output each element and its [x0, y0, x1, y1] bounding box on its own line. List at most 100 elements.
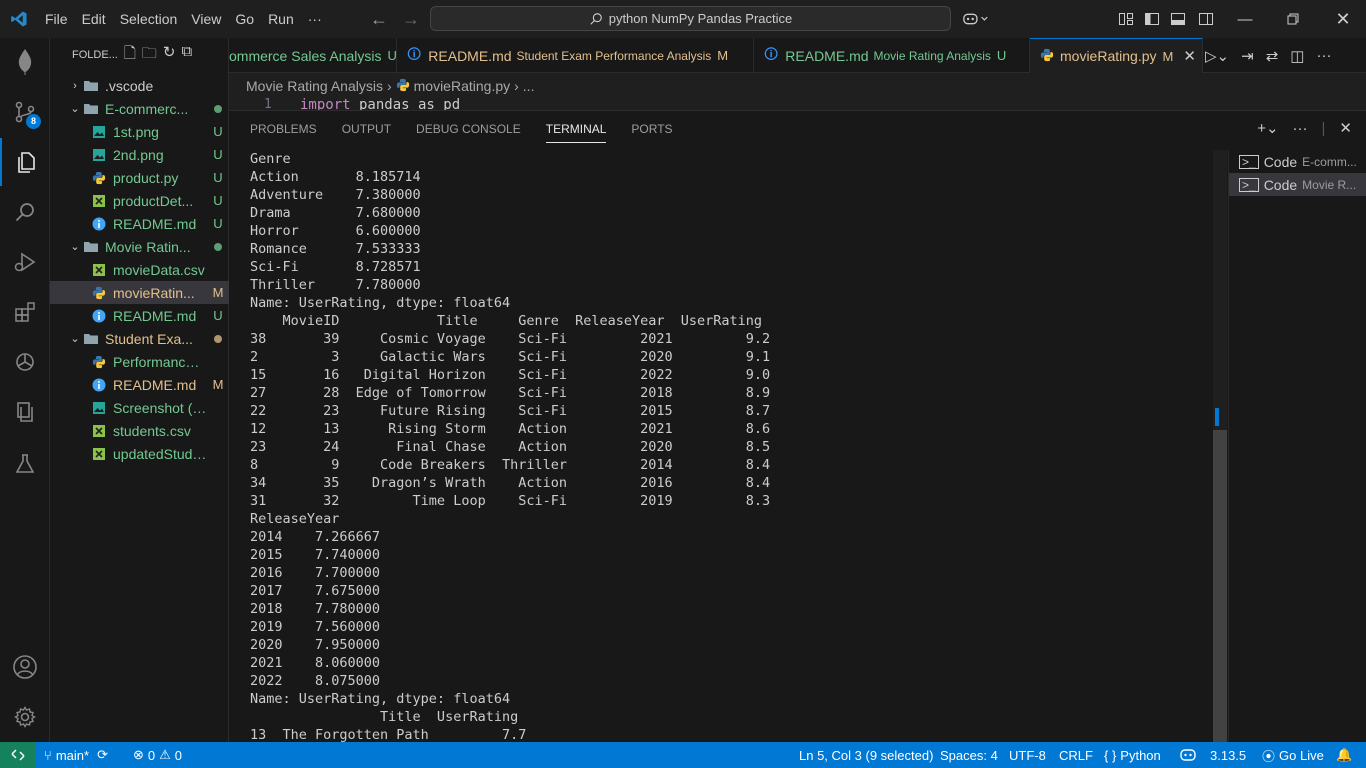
toggle-sidebar-icon[interactable]	[1138, 0, 1166, 38]
copilot-status-icon[interactable]	[1180, 742, 1196, 768]
chevron-down-icon[interactable]: ⌄	[67, 102, 83, 115]
tree-file[interactable]: 2nd.png U	[50, 143, 229, 166]
tab-student-readme[interactable]: 🛈 README.md Student Exam Performance Ana…	[397, 38, 754, 73]
refresh-icon[interactable]: ↻	[163, 43, 176, 68]
tree-folder[interactable]: ⌄ Student Exa...	[50, 327, 229, 350]
go-live[interactable]: ⦿ Go Live	[1262, 742, 1324, 768]
tree-folder[interactable]: ⌄ E-commerc...	[50, 97, 229, 120]
terminal-scrollbar[interactable]	[1213, 150, 1227, 743]
new-file-icon[interactable]: 🗋	[124, 43, 136, 68]
remote-explorer-icon[interactable]	[0, 388, 50, 436]
tree-file[interactable]: README.md U	[50, 304, 229, 327]
tree-file[interactable]: Screenshot (336)...	[50, 396, 229, 419]
cursor-position[interactable]: Ln 5, Col 3 (9 selected)	[799, 742, 933, 768]
chevron-right-icon[interactable]: ›	[67, 80, 83, 92]
toggle-panel-icon[interactable]	[1164, 0, 1192, 38]
run-python-icon[interactable]: ▷⌄	[1205, 47, 1229, 65]
branch-status[interactable]: ⑂ main* ⟳	[44, 742, 108, 768]
settings-gear-icon[interactable]	[0, 693, 50, 741]
close-tab-icon[interactable]: ✕	[1183, 47, 1196, 65]
python-version[interactable]: 3.13.5	[1210, 742, 1246, 768]
new-terminal-icon[interactable]: +⌄	[1257, 119, 1278, 137]
forward-arrow-icon[interactable]: →	[402, 9, 420, 30]
tree-file[interactable]: productDet... U	[50, 189, 229, 212]
tree-file[interactable]: updatedStudent....	[50, 442, 229, 465]
restore-icon[interactable]	[1270, 0, 1316, 38]
terminal-icon: >_	[1239, 154, 1259, 169]
tab-problems[interactable]: PROBLEMS	[250, 119, 317, 143]
tree-file[interactable]: 1st.png U	[50, 120, 229, 143]
extensions-icon[interactable]	[0, 288, 50, 336]
tree-file[interactable]: README.md U	[50, 212, 229, 235]
menu-file[interactable]: File	[38, 0, 75, 38]
editor-actions: ▷⌄ ⇥ ⇄ ◫ ···	[1205, 38, 1331, 73]
copilot-icon[interactable]	[962, 0, 990, 38]
back-arrow-icon[interactable]: ←	[370, 9, 388, 30]
problems-status[interactable]: ⊗ 0 ⚠ 0	[133, 742, 182, 768]
menu-selection[interactable]: Selection	[113, 0, 185, 38]
close-panel-icon[interactable]: ✕	[1339, 119, 1352, 137]
tree-file[interactable]: students.csv	[50, 419, 229, 442]
tree-file[interactable]: movieData.csv	[50, 258, 229, 281]
remote-indicator-icon[interactable]	[0, 742, 36, 768]
chatgpt-icon[interactable]	[0, 338, 50, 386]
account-icon[interactable]	[0, 643, 50, 691]
tree-file[interactable]: Performance.py	[50, 350, 229, 373]
toggle-secondary-sidebar-icon[interactable]	[1192, 0, 1220, 38]
menu-edit[interactable]: Edit	[75, 0, 113, 38]
tab-movierating-py[interactable]: movieRating.py M ✕	[1030, 38, 1203, 73]
close-window-icon[interactable]: ✕	[1320, 0, 1366, 38]
run-debug-icon[interactable]	[0, 238, 50, 286]
split-editor-icon[interactable]: ◫	[1290, 47, 1304, 65]
more-actions-icon[interactable]: ···	[1316, 47, 1331, 64]
chevron-down-icon[interactable]: ⌄	[67, 332, 83, 345]
scrollbar-thumb[interactable]	[1213, 430, 1227, 742]
tab-status: M	[1162, 48, 1174, 64]
tree-file[interactable]: product.py U	[50, 166, 229, 189]
tab-ecommerce-readme[interactable]: ommerce Sales Analysis U	[229, 38, 397, 73]
language-mode[interactable]: { } Python	[1104, 742, 1161, 768]
testing-flask-icon[interactable]	[0, 440, 50, 488]
indentation[interactable]: Spaces: 4	[940, 742, 998, 768]
terminal-item[interactable]: >_ Code E-comm...	[1229, 150, 1366, 173]
encoding[interactable]: UTF-8	[1009, 742, 1046, 768]
collapse-all-icon[interactable]: ⧉	[182, 43, 193, 68]
menu-go[interactable]: Go	[228, 0, 261, 38]
line-endings[interactable]: CRLF	[1059, 742, 1093, 768]
breadcrumb-file[interactable]: movieRating.py	[414, 78, 511, 94]
compare-icon[interactable]: ⇄	[1266, 47, 1279, 65]
notifications-bell-icon[interactable]: 🔔	[1336, 742, 1352, 768]
tree-file[interactable]: README.md M	[50, 373, 229, 396]
chevron-down-icon[interactable]: ⌄	[67, 240, 83, 253]
open-changes-icon[interactable]: ⇥	[1241, 47, 1254, 65]
new-folder-icon[interactable]: 🗀	[142, 43, 157, 68]
menu-view[interactable]: View	[184, 0, 228, 38]
tab-debug-console[interactable]: DEBUG CONSOLE	[416, 119, 521, 143]
error-icon: ⊗	[133, 747, 144, 762]
tab-terminal[interactable]: TERMINAL	[545, 119, 607, 143]
terminal-line: Name: UserRating, dtype: float64	[250, 691, 511, 707]
terminal-item[interactable]: >_ Code Movie R...	[1229, 173, 1366, 196]
terminal-output[interactable]: Genre Action 8.185714 Adventure 7.380000 Dr…	[250, 150, 1210, 743]
customize-layout-icon[interactable]	[1112, 0, 1140, 38]
python-file-icon	[91, 170, 107, 186]
tree-file[interactable]: movieRatin... M	[50, 281, 229, 304]
tree-folder[interactable]: ⌄ Movie Ratin...	[50, 235, 229, 258]
more-actions-icon[interactable]: ···	[1293, 120, 1308, 137]
tab-label: movieRating.py	[1060, 48, 1157, 64]
tree-folder[interactable]: › .vscode	[50, 74, 229, 97]
code-editor[interactable]: 1 import pandas as pd	[229, 96, 1366, 110]
tab-output[interactable]: OUTPUT	[342, 119, 391, 143]
menu-more[interactable]: ···	[301, 0, 329, 38]
tab-movie-readme[interactable]: 🛈 README.md Movie Rating Analysis U	[754, 38, 1030, 73]
tab-ports[interactable]: PORTS	[631, 119, 672, 143]
minimize-icon[interactable]: —	[1222, 0, 1268, 38]
breadcrumb-more[interactable]: ...	[523, 78, 535, 94]
mongodb-leaf-icon[interactable]	[0, 38, 50, 86]
search-icon[interactable]	[0, 188, 50, 236]
command-center-search[interactable]: python NumPy Pandas Practice	[430, 6, 951, 31]
source-control-icon[interactable]: 8	[0, 88, 50, 136]
menu-run[interactable]: Run	[261, 0, 301, 38]
explorer-icon[interactable]	[0, 138, 50, 186]
breadcrumb-folder[interactable]: Movie Rating Analysis	[246, 78, 383, 94]
